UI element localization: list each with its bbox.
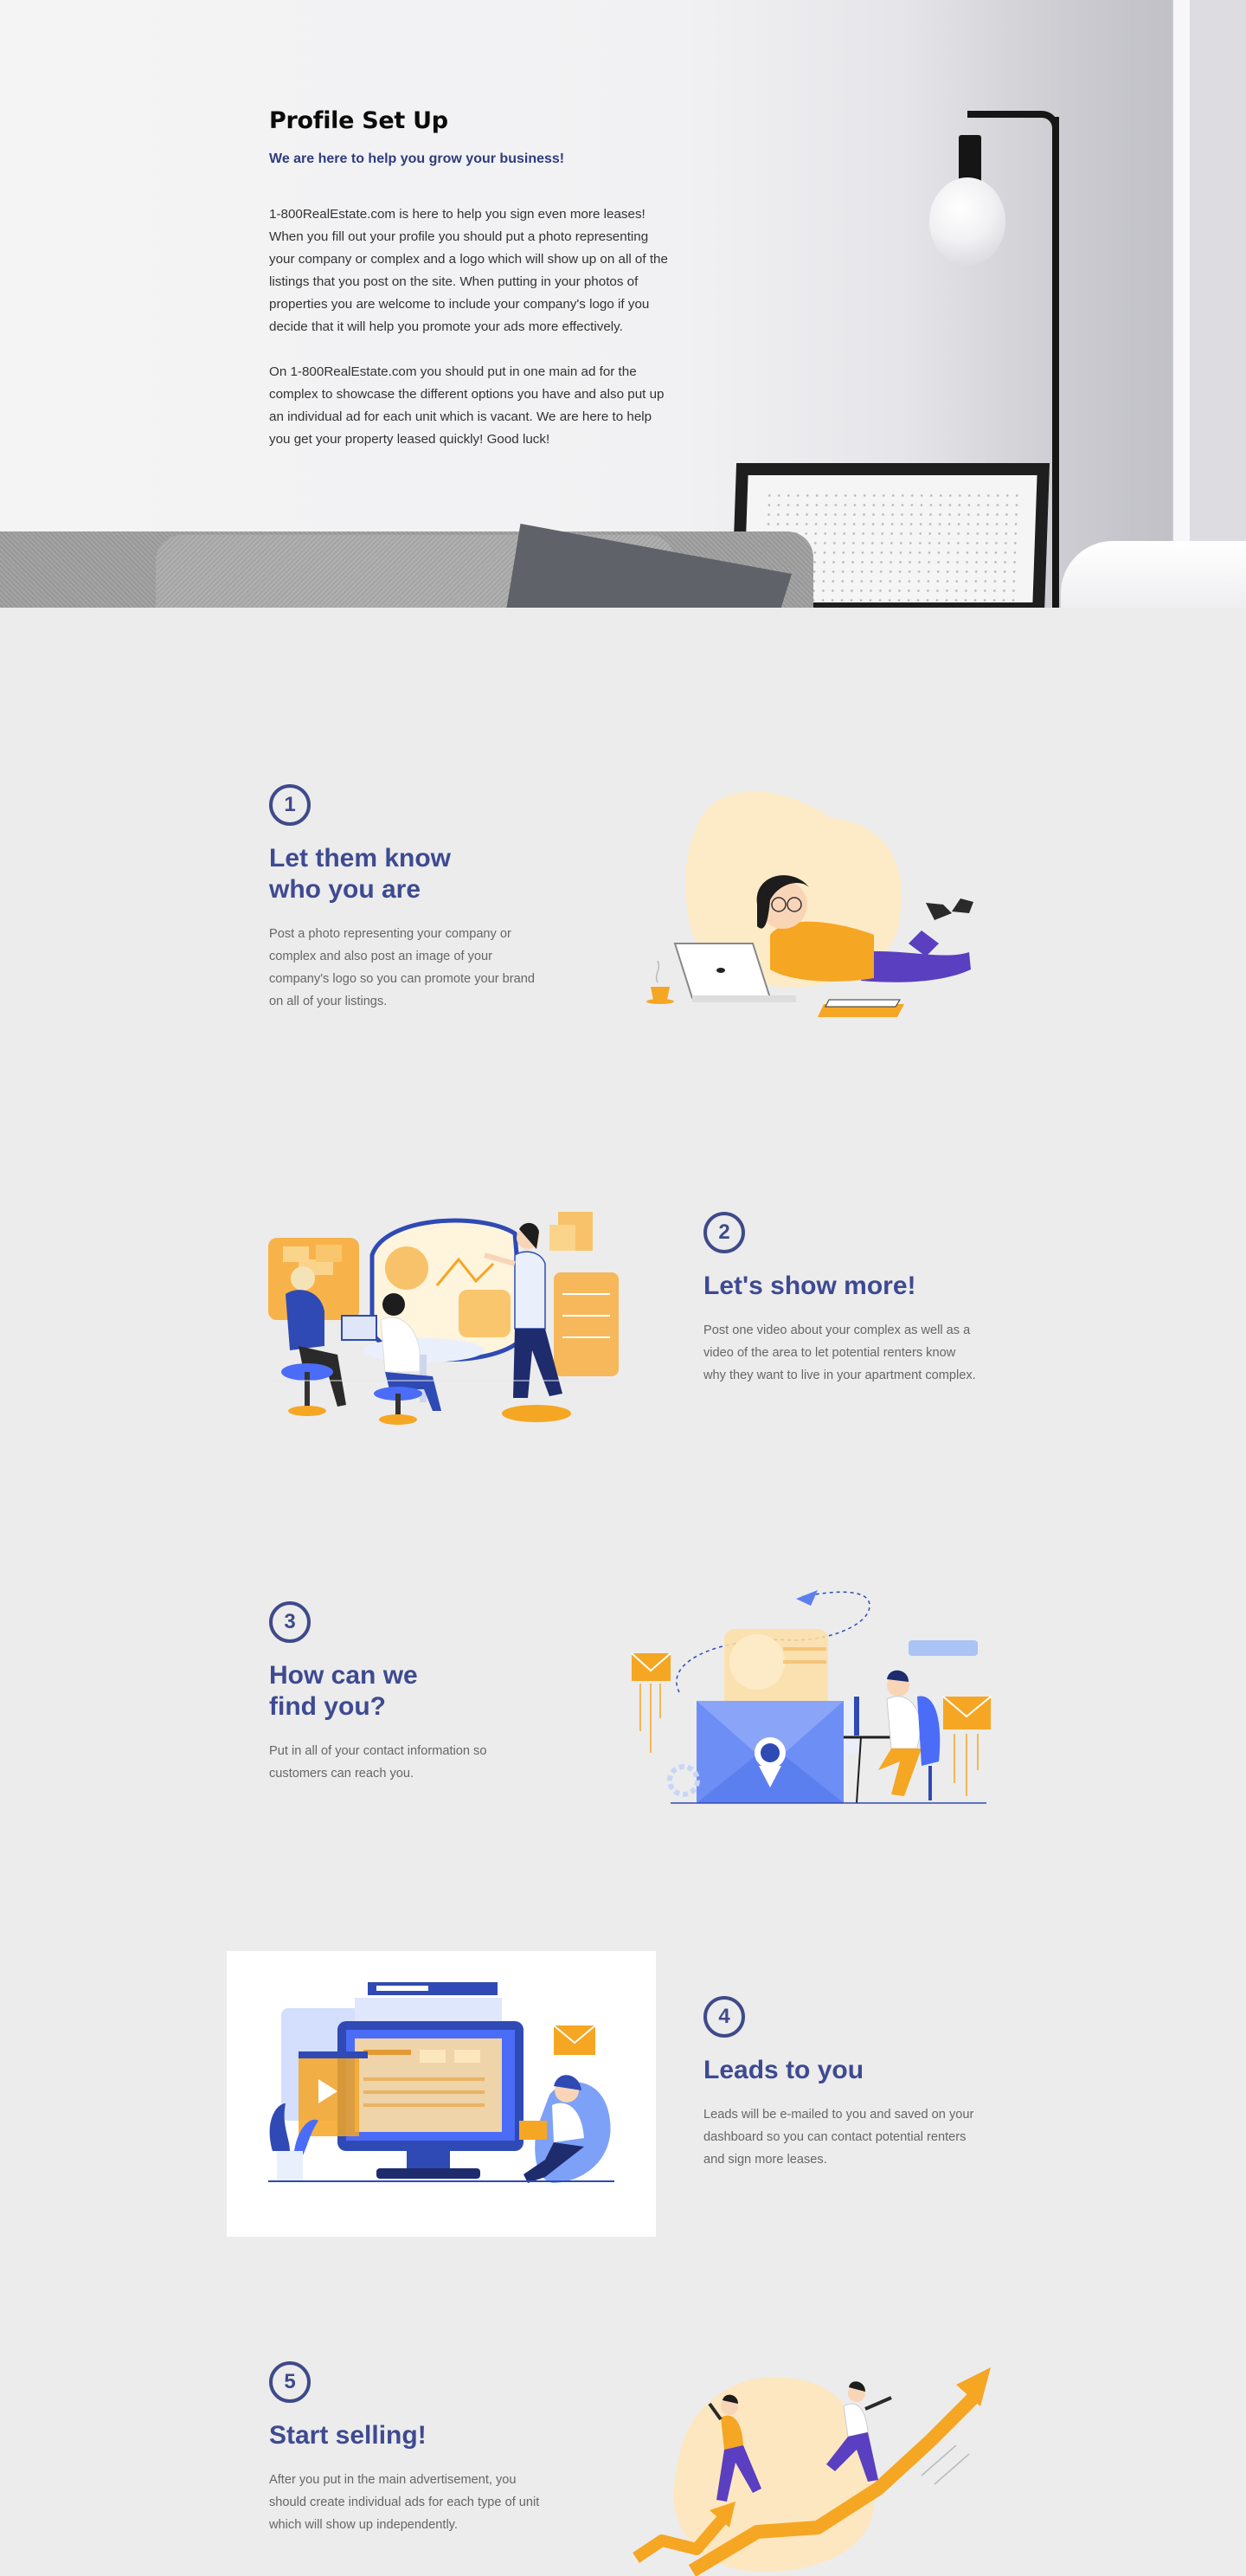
floor-lamp [1052,117,1059,608]
step-3: 3 How can we find you? Put in all of your… [269,1601,546,1785]
intro-paragraph: On 1-800RealEstate.com you should put in… [269,364,665,447]
light-bulb [929,177,1005,266]
step-description: Post one video about your complex as wel… [703,1323,976,1382]
step-number-badge: 2 [703,1212,745,1253]
step-1: 1 Let them know who you are Post a photo … [269,784,546,1013]
step-2: 2 Let's show more! Post one video about … [703,1212,980,1387]
team-presentation-illustration [268,1212,619,1425]
step-4: 4 Leads to you Leads will be e-mailed to… [703,1996,980,2171]
step-title: Let's show more! [703,1272,916,1300]
contact-mail-illustration [631,1590,992,1804]
step-title: Start selling! [269,2421,427,2450]
growth-arrow-illustration [633,2367,991,2576]
woman-laptop-illustration [646,791,973,1017]
step-title: Leads to you [703,2056,864,2084]
step-description: After you put in the main advertisement,… [269,2473,540,2532]
step-number-badge: 5 [269,2361,311,2403]
step-description: Put in all of your contact information s… [269,1744,487,1781]
dashboard-leads-illustration [268,1982,614,2183]
hero-banner: Profile Set Up We are here to help you g… [0,0,1246,608]
intro-paragraph: 1-800RealEstate.com is here to help you … [269,207,668,334]
white-chair [1061,541,1246,608]
step-5: 5 Start selling! After you put in the ma… [269,2361,555,2536]
step-description: Post a photo representing your company o… [269,927,535,1008]
step-number-badge: 3 [269,1601,311,1643]
hero-text: Profile Set Up We are here to help you g… [269,107,676,451]
page-title: Profile Set Up [269,107,448,134]
page-subtitle: We are here to help you grow your busine… [269,151,565,166]
step-title: Let them know who you are [269,844,452,904]
step-number-badge: 1 [269,784,311,826]
step-title: How can we find you? [269,1661,418,1721]
step-description: Leads will be e-mailed to you and saved … [703,2108,974,2167]
step-number-badge: 4 [703,1996,745,2038]
